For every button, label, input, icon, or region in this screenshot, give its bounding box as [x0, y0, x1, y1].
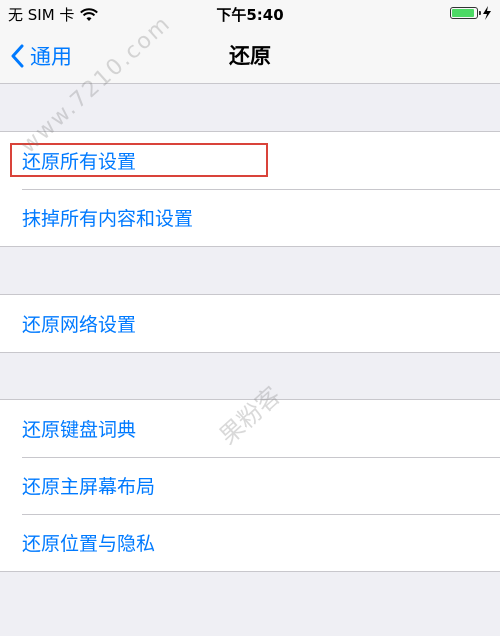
- row-label: 抹掉所有内容和设置: [22, 208, 194, 230]
- reset-keyboard-dictionary-row[interactable]: 还原键盘词典: [0, 400, 500, 457]
- row-label: 还原位置与隐私: [22, 533, 156, 555]
- status-time: 下午5:40: [216, 6, 284, 24]
- reset-location-privacy-row[interactable]: 还原位置与隐私: [0, 514, 500, 571]
- status-right: [450, 6, 492, 20]
- row-label: 还原键盘词典: [22, 419, 137, 441]
- reset-all-settings-row[interactable]: 还原所有设置: [0, 132, 500, 189]
- erase-all-content-row[interactable]: 抹掉所有内容和设置: [0, 189, 500, 246]
- battery-icon: [450, 7, 481, 19]
- back-button[interactable]: 通用: [10, 28, 72, 84]
- settings-group-1: 还原所有设置 抹掉所有内容和设置: [0, 131, 500, 247]
- row-label: 还原所有设置: [22, 151, 137, 173]
- settings-group-3: 还原键盘词典 还原主屏幕布局 还原位置与隐私: [0, 399, 500, 572]
- row-label: 还原主屏幕布局: [22, 476, 156, 498]
- row-label: 还原网络设置: [22, 314, 137, 336]
- status-bar: 无 SIM 卡 下午5:40: [0, 0, 500, 28]
- back-label: 通用: [30, 45, 72, 69]
- reset-network-settings-row[interactable]: 还原网络设置: [0, 295, 500, 352]
- settings-group-2: 还原网络设置: [0, 294, 500, 353]
- chevron-left-icon: [11, 44, 24, 68]
- charging-bolt-icon: [483, 6, 491, 20]
- reset-home-screen-layout-row[interactable]: 还原主屏幕布局: [0, 457, 500, 514]
- navigation-bar: 还原 通用: [0, 28, 500, 84]
- page-title: 还原: [229, 44, 271, 68]
